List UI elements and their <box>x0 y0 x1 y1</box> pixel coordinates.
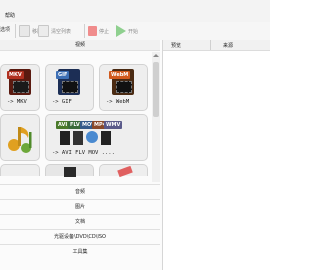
tile-label: -> GIF <box>52 99 72 105</box>
tile-partial[interactable] <box>0 164 40 176</box>
tile-to-all-video[interactable]: AVI FLV MOV MP4 WMV -> AVI FLV MOV .... <box>45 114 148 161</box>
scrollbar[interactable] <box>152 52 160 182</box>
tile-audio-extract[interactable] <box>0 114 40 161</box>
task-list-panel <box>163 40 270 270</box>
scroll-thumb[interactable] <box>153 62 159 117</box>
section-image[interactable]: 图片 <box>0 199 160 215</box>
quicktime-icon <box>86 131 98 143</box>
col-preview[interactable]: 预览 <box>171 42 181 49</box>
remove-icon <box>19 25 30 37</box>
menu-help[interactable]: 帮助 <box>5 12 15 19</box>
stop-label: 停止 <box>99 28 110 35</box>
tile-label: -> MKV <box>7 99 27 105</box>
toolbar-separator <box>15 24 16 38</box>
clear-list-icon <box>38 25 49 37</box>
webm-file-icon: WebM <box>109 69 134 95</box>
film-strip-icon <box>101 131 111 145</box>
film-strip-icon <box>64 167 76 177</box>
start-icon <box>116 25 126 37</box>
gif-badge: GIF <box>56 71 70 79</box>
start-label: 开始 <box>128 28 139 35</box>
clear-list-button[interactable]: 清空列表 <box>38 24 71 38</box>
tile-partial[interactable] <box>99 164 148 178</box>
eraser-icon <box>117 165 133 178</box>
tile-to-mkv[interactable]: MKV -> MKV <box>0 64 40 111</box>
scroll-up-arrow[interactable] <box>153 54 159 57</box>
tile-partial[interactable] <box>45 164 94 177</box>
stop-icon <box>88 26 97 36</box>
gif-file-icon: GIF <box>56 69 80 95</box>
music-note-icon <box>8 127 32 153</box>
section-toolbox[interactable]: 工具集 <box>0 244 160 260</box>
tile-to-gif[interactable]: GIF -> GIF <box>45 64 94 111</box>
wmv-badge: WMV <box>104 121 123 129</box>
section-document[interactable]: 文档 <box>0 214 160 230</box>
tile-label: -> AVI FLV MOV .... <box>52 150 115 156</box>
toolbar-separator <box>84 24 85 38</box>
tile-to-webm[interactable]: WebM -> WebM <box>99 64 148 111</box>
task-list-header: 预览 来源 <box>163 40 270 51</box>
film-strip-icon <box>62 81 78 93</box>
options-label[interactable]: 选项 <box>0 26 10 33</box>
col-source[interactable]: 来源 <box>223 42 233 49</box>
clear-list-label: 清空列表 <box>51 28 72 35</box>
film-strip-icon <box>60 131 70 145</box>
film-strip-icon <box>73 131 83 145</box>
tile-label: -> WebM <box>106 99 130 105</box>
mkv-file-icon: MKV <box>7 69 31 95</box>
film-strip-icon <box>13 81 29 93</box>
section-audio[interactable]: 音频 <box>0 184 160 200</box>
section-optical-drive[interactable]: 光驱设备\DVD\CD\ISO <box>0 229 160 245</box>
menu-bar: 帮助 <box>0 0 270 22</box>
stop-button[interactable]: 停止 <box>88 24 109 38</box>
film-strip-icon <box>116 81 132 93</box>
column-divider[interactable] <box>210 40 211 50</box>
start-button[interactable]: 开始 <box>116 24 138 38</box>
webm-badge: WebM <box>109 71 131 79</box>
category-header[interactable]: 视频 <box>0 40 160 51</box>
mkv-badge: MKV <box>7 71 24 79</box>
multi-format-icon: AVI FLV MOV MP4 WMV <box>56 121 123 147</box>
